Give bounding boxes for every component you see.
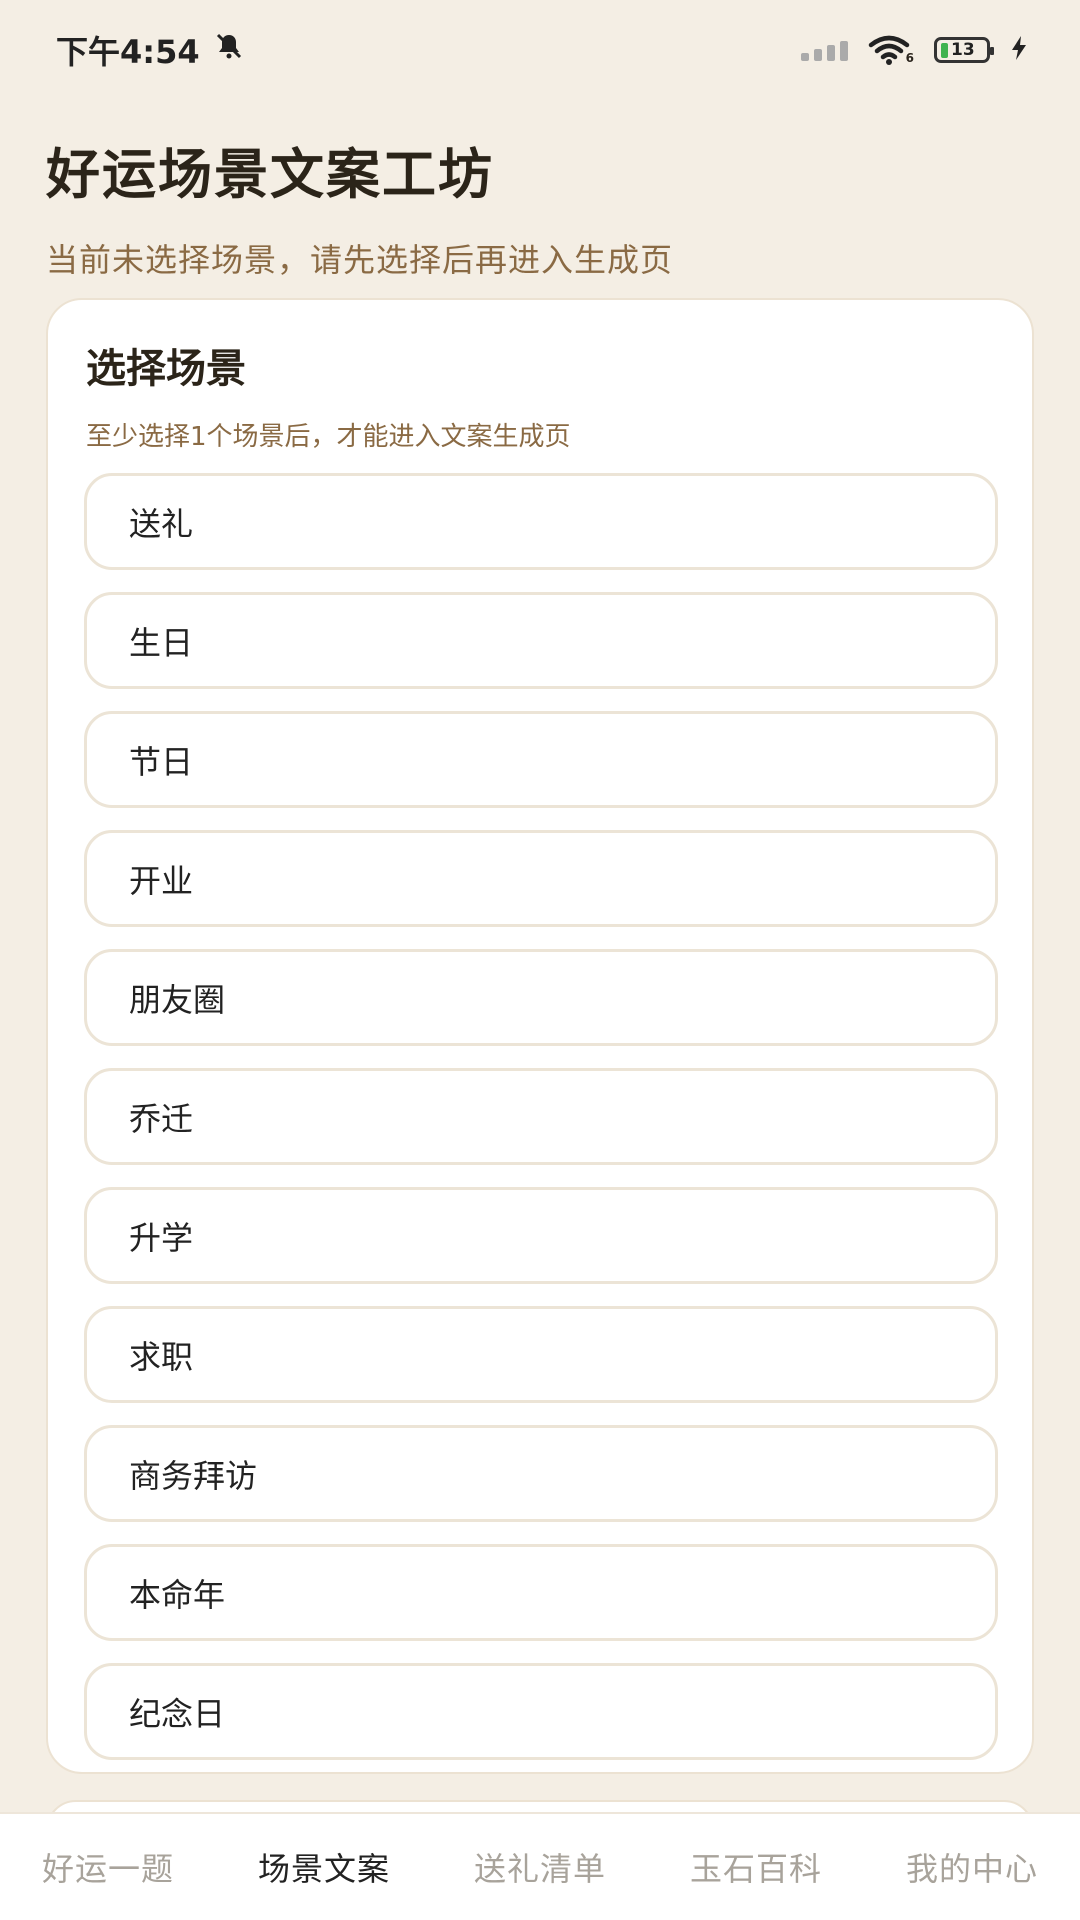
tab-jade-encyclopedia[interactable]: 玉石百科 bbox=[690, 1844, 822, 1890]
card-title: 选择场景 bbox=[86, 346, 246, 392]
wifi-label: 6 bbox=[905, 51, 914, 65]
status-time: 下午4:54 bbox=[56, 33, 200, 71]
scene-option-festival[interactable]: 节日 bbox=[84, 711, 998, 808]
page-title: 好运场景文案工坊 bbox=[46, 143, 494, 206]
page-header: 好运场景文案工坊 当前未选择场景，请先选择后再进入生成页 bbox=[46, 130, 1036, 281]
scene-option-school[interactable]: 升学 bbox=[84, 1187, 998, 1284]
scene-option-zodiac-year[interactable]: 本命年 bbox=[84, 1544, 998, 1641]
scene-option-housewarming[interactable]: 乔迁 bbox=[84, 1068, 998, 1165]
status-left: 下午4:54 bbox=[56, 27, 244, 73]
scene-option-gift[interactable]: 送礼 bbox=[84, 473, 998, 570]
scene-option-moments[interactable]: 朋友圈 bbox=[84, 949, 998, 1046]
signal-icon bbox=[800, 39, 848, 61]
card-subtitle: 至少选择1个场景后，才能进入文案生成页 bbox=[86, 422, 571, 452]
scene-option-job[interactable]: 求职 bbox=[84, 1306, 998, 1403]
charging-bolt-icon bbox=[1010, 35, 1028, 65]
status-right: 6 13 bbox=[800, 35, 1028, 65]
scene-option-anniversary[interactable]: 纪念日 bbox=[84, 1663, 998, 1760]
tab-gift-list[interactable]: 送礼清单 bbox=[474, 1844, 606, 1890]
battery-icon: 13 bbox=[934, 37, 994, 63]
scene-option-business-visit[interactable]: 商务拜访 bbox=[84, 1425, 998, 1522]
scene-option-list: 送礼 生日 节日 开业 朋友圈 乔迁 升学 求职 商务拜访 本命年 纪念日 bbox=[84, 473, 998, 1760]
bottom-tab-bar: 好运一题 场景文案 送礼清单 玉石百科 我的中心 bbox=[0, 1812, 1080, 1920]
mute-bell-icon bbox=[214, 31, 244, 69]
status-bar: 下午4:54 6 13 bbox=[0, 0, 1080, 100]
page-subtitle: 当前未选择场景，请先选择后再进入生成页 bbox=[46, 241, 674, 279]
tab-lucky-question[interactable]: 好运一题 bbox=[42, 1844, 174, 1890]
battery-level: 13 bbox=[951, 40, 975, 60]
wifi-icon: 6 bbox=[868, 35, 914, 65]
tab-my-center[interactable]: 我的中心 bbox=[906, 1844, 1038, 1890]
scene-option-birthday[interactable]: 生日 bbox=[84, 592, 998, 689]
scene-option-opening[interactable]: 开业 bbox=[84, 830, 998, 927]
scene-select-card: 选择场景 至少选择1个场景后，才能进入文案生成页 送礼 生日 节日 开业 朋友圈… bbox=[46, 298, 1034, 1774]
tab-scene-copy[interactable]: 场景文案 bbox=[258, 1844, 390, 1890]
